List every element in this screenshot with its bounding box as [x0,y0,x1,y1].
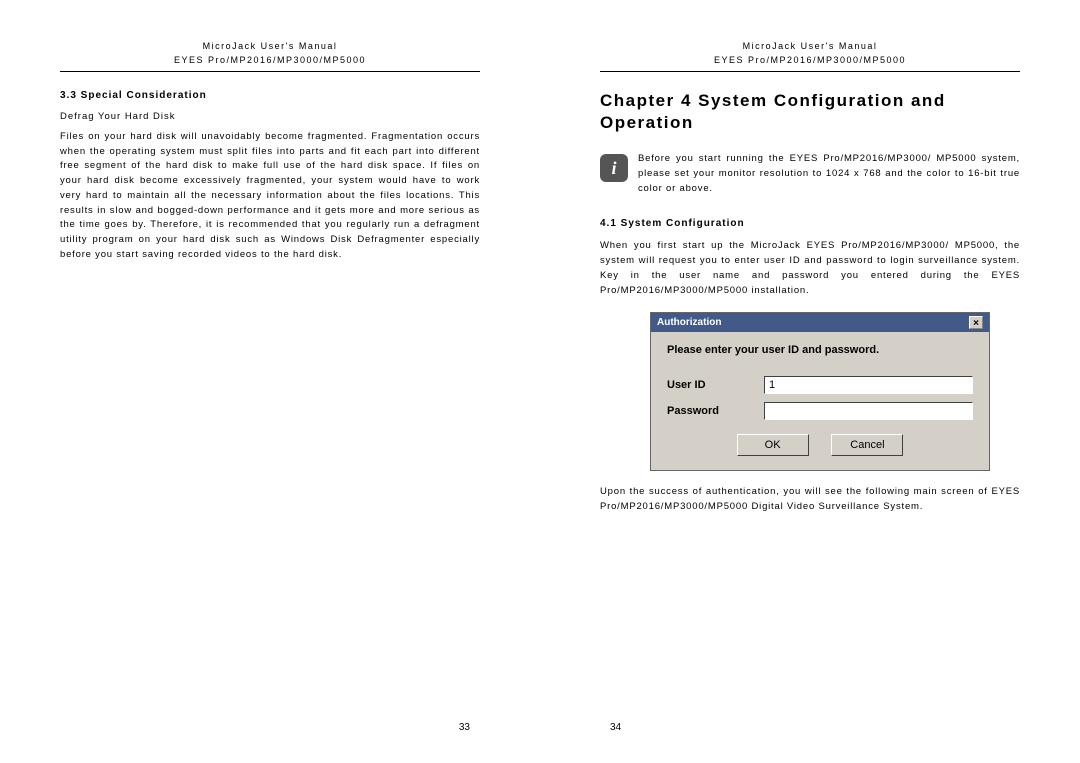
chapter-4-title: Chapter 4 System Configuration and Opera… [600,90,1020,134]
cancel-button[interactable]: Cancel [831,434,903,456]
dialog-prompt: Please enter your user ID and password. [667,344,973,356]
section-4-1-body2: Upon the success of authentication, you … [600,485,1020,514]
user-id-row: User ID [667,376,973,394]
page-right: MicroJack User's Manual EYES Pro/MP2016/… [540,0,1080,763]
dialog-titlebar: Authorization × [651,313,989,332]
close-icon[interactable]: × [969,316,983,329]
manual-title: MicroJack User's Manual [600,40,1020,54]
page-left: MicroJack User's Manual EYES Pro/MP2016/… [0,0,540,763]
dialog-button-row: OK Cancel [667,434,973,456]
header-divider [600,71,1020,72]
header-divider [60,71,480,72]
info-text: Before you start running the EYES Pro/MP… [638,152,1020,196]
page-number-33: 33 [459,722,470,733]
page-header-left: MicroJack User's Manual EYES Pro/MP2016/… [60,40,480,67]
manual-title: MicroJack User's Manual [60,40,480,54]
dialog-body: Please enter your user ID and password. … [651,332,989,470]
dialog-title-text: Authorization [657,317,721,328]
info-icon: i [600,154,628,182]
section-3-3-heading: 3.3 Special Consideration [60,90,480,101]
defrag-body: Files on your hard disk will unavoidably… [60,130,480,262]
section-4-1-body1: When you first start up the MicroJack EY… [600,239,1020,298]
page-header-right: MicroJack User's Manual EYES Pro/MP2016/… [600,40,1020,67]
user-id-label: User ID [667,379,752,391]
password-input[interactable] [764,402,973,420]
password-row: Password [667,402,973,420]
section-4-1-heading: 4.1 System Configuration [600,218,1020,229]
product-line: EYES Pro/MP2016/MP3000/MP5000 [60,54,480,68]
ok-button[interactable]: OK [737,434,809,456]
product-line: EYES Pro/MP2016/MP3000/MP5000 [600,54,1020,68]
authorization-dialog: Authorization × Please enter your user I… [650,312,990,471]
user-id-input[interactable] [764,376,973,394]
info-callout: i Before you start running the EYES Pro/… [600,152,1020,196]
page-number-34: 34 [610,722,621,733]
password-label: Password [667,405,752,417]
defrag-subheading: Defrag Your Hard Disk [60,111,480,122]
